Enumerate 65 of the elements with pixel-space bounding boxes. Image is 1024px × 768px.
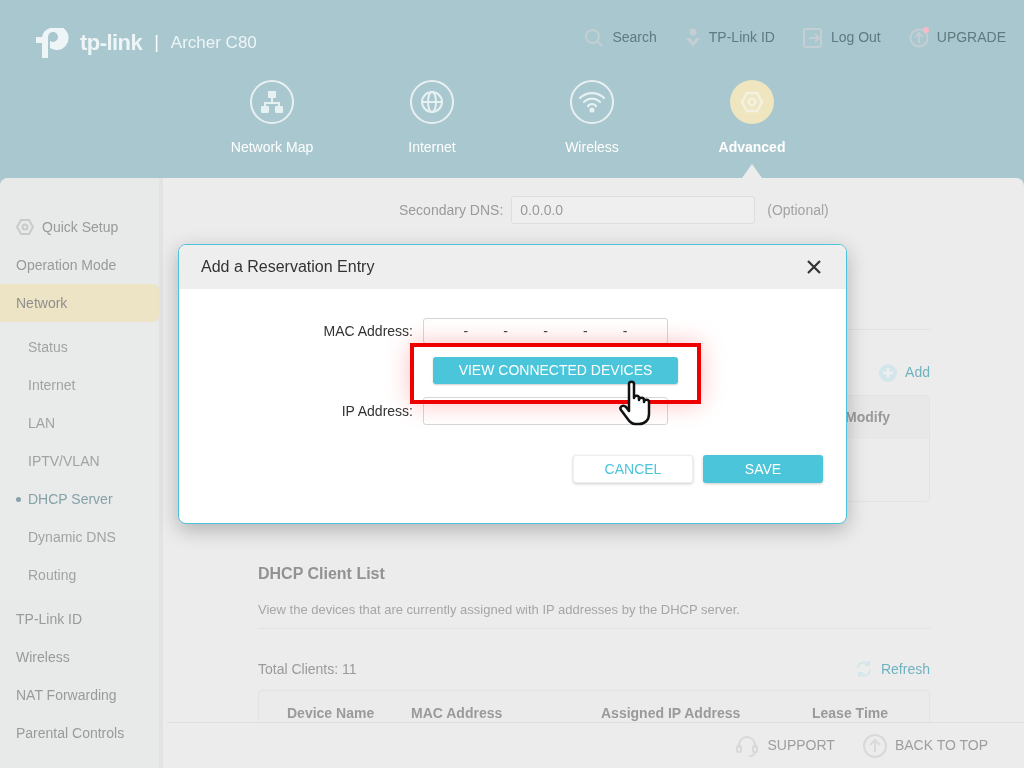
nav-tab[interactable]: Internet bbox=[390, 80, 474, 158]
mac-address-field[interactable]: - - - - - bbox=[423, 318, 668, 344]
section-description: View the devices that are currently assigned with IP addresses by the DHCP server. bbox=[258, 600, 930, 629]
refresh-link[interactable]: Refresh bbox=[854, 658, 930, 680]
model-name: Archer C80 bbox=[170, 31, 257, 54]
header-link[interactable]: UPGRADE bbox=[908, 27, 1006, 48]
separator-dash: - bbox=[463, 321, 469, 341]
network-map-icon bbox=[259, 89, 285, 115]
field-label: MAC Address: bbox=[322, 321, 414, 341]
header-link[interactable]: Search bbox=[584, 27, 657, 48]
column-header: Assigned IP Address bbox=[601, 703, 742, 723]
sidebar-item[interactable]: Wireless bbox=[0, 638, 159, 676]
person-icon bbox=[684, 27, 701, 48]
sidebar-subitem[interactable]: Routing bbox=[0, 556, 159, 594]
sidebar-item[interactable]: TP-Link ID bbox=[0, 600, 159, 638]
dialog-title: Add a Reservation Entry bbox=[201, 257, 375, 277]
nav-tab[interactable]: Wireless bbox=[550, 80, 634, 158]
separator-dash: - bbox=[503, 321, 509, 341]
search-icon bbox=[584, 27, 605, 48]
column-header: MAC Address bbox=[411, 703, 504, 723]
optional-hint: (Optional) bbox=[767, 200, 829, 220]
header-link[interactable]: Log Out bbox=[802, 27, 881, 48]
nav-tab[interactable]: Network Map bbox=[230, 80, 314, 158]
add-link[interactable]: Add bbox=[879, 362, 930, 383]
separator-dash: - bbox=[622, 321, 628, 341]
nav-tab[interactable]: Advanced bbox=[710, 80, 794, 158]
sidebar-subitem[interactable]: DHCP Server bbox=[0, 480, 159, 518]
globe-icon bbox=[419, 89, 445, 115]
cancel-button[interactable]: CANCEL bbox=[573, 455, 693, 483]
logo-icon bbox=[36, 27, 72, 58]
section-title: DHCP Client List bbox=[258, 564, 386, 584]
column-header: Device Name bbox=[287, 703, 376, 723]
brand-divider: | bbox=[153, 31, 160, 54]
total-clients: Total Clients: 11 bbox=[258, 659, 357, 679]
brand-name: tp-link bbox=[80, 29, 143, 57]
sidebar-subitem[interactable]: Status bbox=[0, 328, 159, 366]
footer-link[interactable]: SUPPORT bbox=[735, 733, 835, 758]
sidebar-subitem[interactable]: Dynamic DNS bbox=[0, 518, 159, 556]
add-icon bbox=[879, 363, 898, 382]
save-button[interactable]: SAVE bbox=[703, 455, 823, 483]
wifi-icon bbox=[578, 90, 606, 114]
field-label: IP Address: bbox=[340, 401, 414, 421]
footer-link[interactable]: BACK TO TOP bbox=[862, 733, 988, 758]
sidebar-item[interactable]: Quick Setup bbox=[0, 208, 159, 246]
sidebar-subitem[interactable]: IPTV/VLAN bbox=[0, 442, 159, 480]
upgrade-icon bbox=[908, 27, 929, 48]
refresh-icon bbox=[854, 660, 873, 678]
sidebar-item[interactable]: Network bbox=[0, 284, 159, 322]
close-icon bbox=[807, 260, 821, 274]
view-connected-devices-button[interactable]: VIEW CONNECTED DEVICES bbox=[433, 357, 678, 384]
gear-icon bbox=[16, 218, 34, 236]
column-header: Lease Time bbox=[812, 703, 889, 723]
separator-dash: - bbox=[543, 321, 548, 341]
header-link[interactable]: TP-Link ID bbox=[684, 27, 775, 48]
gear-icon bbox=[739, 89, 765, 115]
sidebar-item[interactable]: Operation Mode bbox=[0, 246, 159, 284]
sidebar-subitem[interactable]: Internet bbox=[0, 366, 159, 404]
sidebar-item[interactable]: Parental Controls bbox=[0, 714, 159, 752]
column-header: Modify bbox=[845, 408, 891, 427]
dns-input[interactable]: 0.0.0.0 bbox=[511, 196, 756, 224]
logout-icon bbox=[802, 27, 823, 48]
sidebar-item[interactable]: NAT Forwarding bbox=[0, 676, 159, 714]
separator-dash: - bbox=[582, 321, 588, 341]
field-label: Secondary DNS: bbox=[399, 200, 504, 220]
sidebar-subitem[interactable]: LAN bbox=[0, 404, 159, 442]
